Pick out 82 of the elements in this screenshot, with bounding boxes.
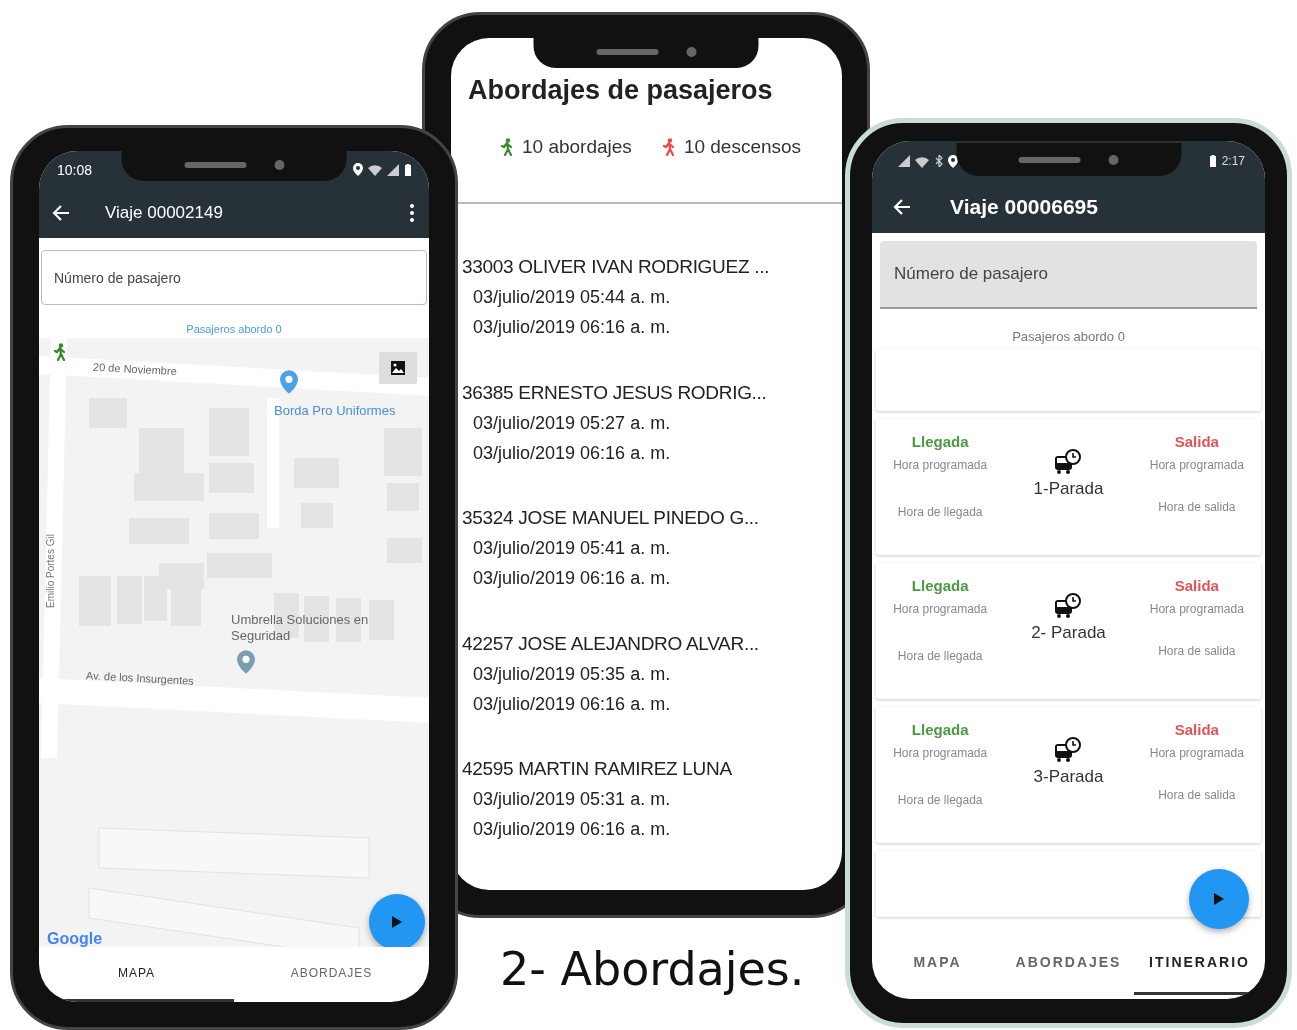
walking-person-icon: [53, 343, 67, 361]
back-icon[interactable]: [51, 203, 71, 223]
passenger-name: 33003 OLIVER IVAN RODRIGUEZ ...: [461, 256, 771, 278]
tab[interactable]: ABORDAJES: [234, 947, 429, 1002]
stat-label: 10 abordajes: [522, 136, 632, 158]
map-label: 20 de Noviembre: [92, 360, 178, 378]
map-label: Borda Pro Uniformes: [274, 403, 396, 418]
scheduled-time-label: Hora programada: [1149, 458, 1244, 472]
search-field[interactable]: Número de pasajero: [880, 241, 1257, 309]
boarding-time: 03/julio/2019 05:31 a. m.: [472, 789, 672, 810]
bluetooth-icon: [934, 155, 944, 167]
tab[interactable]: MAPA: [39, 947, 234, 1002]
passenger-name: 42257 JOSE ALEJANDRO ALVAR...: [461, 632, 760, 655]
stop-name: 2- Parada: [1031, 623, 1106, 643]
walking-person-icon: [500, 138, 514, 156]
passenger-name: 35324 JOSE MANUEL PINEDO G...: [461, 507, 760, 529]
image-icon: [390, 360, 406, 376]
departure-label: Salida: [1174, 433, 1219, 450]
arrival-time-label: Hora de llegada: [897, 793, 983, 807]
passenger-name: 36385 ERNESTO JESUS RODRIG...: [461, 381, 768, 404]
caption-text: 2- Abordajes.: [500, 942, 805, 996]
battery-icon: [1207, 155, 1218, 167]
departure-time-label: Hora de salida: [1158, 500, 1236, 514]
signal-icon: [898, 155, 910, 167]
boarding-time: 03/julio/2019 05:27 a. m.: [472, 412, 672, 434]
arrival-label: Llegada: [911, 577, 969, 594]
bus-clock-icon: [1054, 737, 1083, 763]
menu-icon[interactable]: [409, 203, 415, 223]
play-icon: [392, 916, 402, 928]
status-time: 10:08: [57, 161, 93, 178]
arrival-time-label: Hora de llegada: [897, 649, 983, 663]
scheduled-time-label: Hora programada: [1149, 746, 1244, 760]
passenger-count: Pasajeros abordo 0: [1011, 329, 1126, 344]
play-icon: [1214, 893, 1224, 905]
alighting-time: 03/julio/2019 06:16 a. m.: [472, 693, 672, 715]
status-time: 2:17: [1221, 154, 1245, 168]
map-pin-icon: [237, 650, 255, 674]
bus-clock-icon: [1054, 449, 1083, 475]
stop-name: 3-Parada: [1033, 767, 1104, 787]
tab[interactable]: MAPA: [872, 931, 1003, 995]
tab[interactable]: ABORDAJES: [1003, 931, 1134, 995]
wifi-icon: [914, 154, 930, 168]
map-attribution: Google: [47, 930, 103, 947]
stop-name: 1-Parada: [1033, 479, 1104, 499]
arrival-time-label: Hora de llegada: [897, 505, 983, 519]
map-label: Av. de los Insurgentes: [85, 669, 195, 687]
arrival-label: Llegada: [911, 433, 969, 450]
departure-time-label: Hora de salida: [1158, 644, 1236, 658]
map-label: Emilio Portes Gil: [45, 534, 56, 608]
back-icon[interactable]: [892, 197, 912, 217]
boarding-time: 03/julio/2019 05:44 a. m.: [472, 287, 672, 308]
boarding-time: 03/julio/2019 05:35 a. m.: [472, 663, 672, 685]
alighting-time: 03/julio/2019 06:16 a. m.: [472, 317, 672, 338]
passenger-count: Pasajeros abordo 0: [185, 323, 283, 337]
bus-clock-icon: [1054, 593, 1083, 619]
departure-label: Salida: [1174, 577, 1219, 594]
app-bar-title: Viaje 00006695: [950, 195, 1098, 219]
passenger-name: 42595 MARTIN RAMIREZ LUNA: [461, 758, 733, 780]
alighting-time: 03/julio/2019 06:16 a. m.: [472, 568, 672, 589]
wifi-icon: [367, 163, 383, 176]
scheduled-time-label: Hora programada: [893, 602, 988, 616]
alighting-time: 03/julio/2019 06:16 a. m.: [472, 442, 672, 464]
departure-label: Salida: [1174, 721, 1219, 738]
scheduled-time-label: Hora programada: [1149, 602, 1244, 616]
scheduled-time-label: Hora programada: [893, 746, 988, 760]
signal-icon: [387, 163, 399, 176]
stat-label: 10 descensos: [683, 136, 802, 158]
map-label: Umbrella Soluciones en Seguridad: [231, 612, 370, 644]
layers-button[interactable]: [379, 352, 417, 384]
location-icon: [948, 154, 958, 168]
app-bar-title: Viaje 00002149: [105, 203, 223, 223]
location-icon: [353, 163, 363, 176]
walking-person-icon: [661, 138, 676, 156]
scheduled-time-label: Hora programada: [893, 458, 988, 472]
screen-title: Abordajes de pasajeros: [468, 75, 774, 106]
arrival-label: Llegada: [911, 721, 969, 738]
alighting-time: 03/julio/2019 06:16 a. m.: [472, 819, 672, 840]
boarding-time: 03/julio/2019 05:41 a. m.: [472, 538, 672, 559]
battery-icon: [403, 163, 413, 176]
departure-time-label: Hora de salida: [1158, 788, 1236, 802]
tab[interactable]: ITINERARIO: [1134, 931, 1265, 995]
search-field[interactable]: Número de pasajero: [41, 250, 427, 305]
